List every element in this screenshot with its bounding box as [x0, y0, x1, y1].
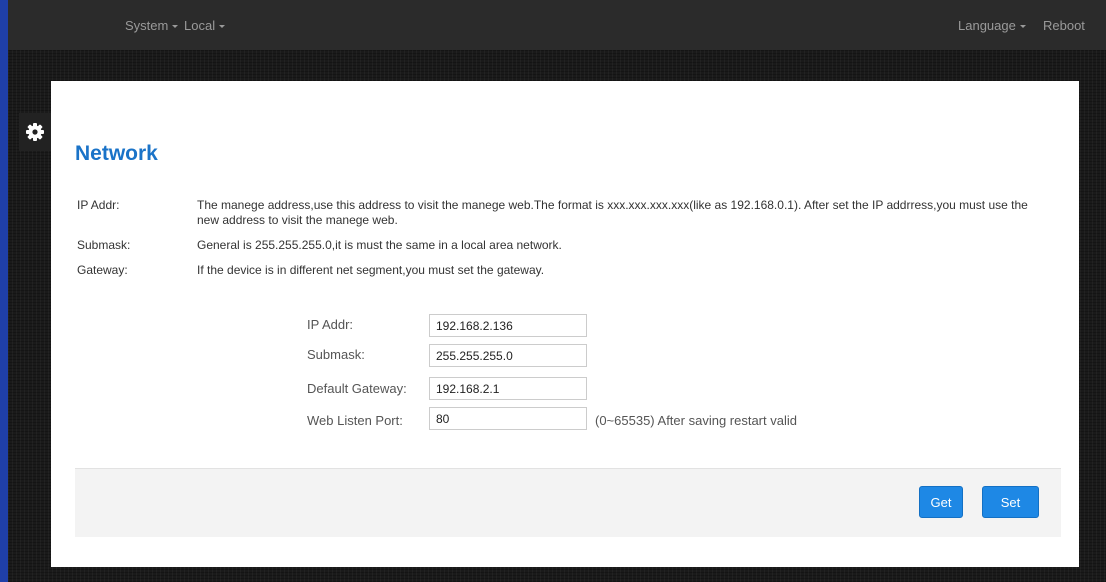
help-label-ip: IP Addr: — [77, 198, 120, 212]
system-menu-label: System — [125, 18, 169, 33]
language-menu[interactable]: Language — [958, 18, 1026, 33]
help-label-gateway: Gateway: — [77, 263, 128, 277]
help-text-gateway: If the device is in different net segmen… — [197, 263, 545, 277]
gear-icon — [26, 123, 44, 141]
chevron-down-icon — [219, 25, 226, 29]
set-button[interactable]: Set — [982, 486, 1039, 518]
help-label-submask: Submask: — [77, 238, 131, 252]
local-menu[interactable]: Local — [184, 18, 226, 33]
submask-label: Submask: — [307, 347, 365, 362]
window-left-edge — [0, 0, 8, 582]
reboot-link[interactable]: Reboot — [1043, 18, 1085, 33]
ip-addr-label: IP Addr: — [307, 317, 354, 332]
settings-tab[interactable] — [19, 113, 51, 151]
web-listen-port-label: Web Listen Port: — [307, 413, 403, 428]
web-listen-port-input[interactable] — [429, 407, 587, 430]
help-text-ip: The manege address,use this address to v… — [197, 198, 1028, 227]
default-gateway-input[interactable] — [429, 377, 587, 400]
local-menu-label: Local — [184, 18, 216, 33]
chevron-down-icon — [172, 25, 179, 29]
submask-input[interactable] — [429, 344, 587, 367]
top-navbar: System Local Language Reboot — [8, 0, 1106, 50]
content-panel: Network IP Addr: The manege address,use … — [51, 81, 1079, 567]
port-range-note: (0~65535) After saving restart valid — [595, 413, 797, 428]
help-text-submask: General is 255.255.255.0,it is must the … — [197, 238, 562, 252]
page-title: Network — [75, 142, 158, 165]
get-button[interactable]: Get — [919, 486, 963, 518]
ip-addr-input[interactable] — [429, 314, 587, 337]
default-gateway-label: Default Gateway: — [307, 381, 407, 396]
language-menu-label: Language — [958, 18, 1016, 33]
system-menu[interactable]: System — [125, 18, 179, 33]
form-footer: Get Set — [75, 468, 1061, 537]
chevron-down-icon — [1019, 25, 1026, 29]
